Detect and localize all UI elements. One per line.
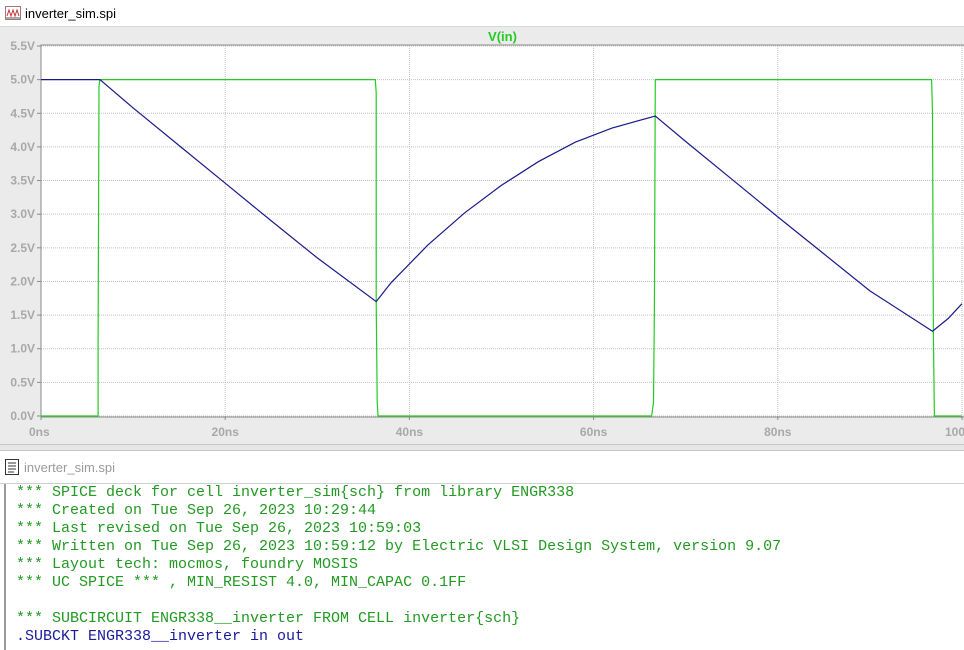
y-tick-label: 5.0V xyxy=(10,73,35,87)
y-tick-label: 2.0V xyxy=(10,274,35,288)
waveform-icon xyxy=(5,6,21,20)
y-tick-label: 4.0V xyxy=(10,140,35,154)
y-tick-label: 2.5V xyxy=(10,241,35,255)
x-tick-label: 60ns xyxy=(580,425,608,439)
plot-area xyxy=(41,45,964,417)
x-tick-label: 80ns xyxy=(764,425,792,439)
x-tick-label: 20ns xyxy=(212,425,240,439)
netlist-line: *** UC SPICE *** , MIN_RESIST 4.0, MIN_C… xyxy=(16,574,467,591)
plot-window-title: inverter_sim.spi xyxy=(25,5,117,21)
y-tick-label: 0.0V xyxy=(10,409,35,423)
pane-splitter[interactable] xyxy=(0,444,964,451)
waveform-plot-pane[interactable]: 0.0V 0.5V 1.0V 1.5V 2.0V 2.5V 3.0V 3.5V 4.0V 4.5V… xyxy=(0,27,964,444)
y-tick-label: 4.5V xyxy=(10,106,35,120)
legend-vin-label[interactable]: V(in) xyxy=(488,29,517,44)
plot-window-titlebar[interactable]: inverter_sim.spi xyxy=(0,0,964,27)
document-icon xyxy=(5,459,19,475)
netlist-line: *** Created on Tue Sep 26, 2023 10:29:44 xyxy=(16,502,377,519)
netlist-line: *** SPICE deck for cell inverter_sim{sch… xyxy=(16,484,575,501)
x-tick-label: 100ns xyxy=(945,425,964,439)
netlist-line: *** Written on Tue Sep 26, 2023 10:59:12… xyxy=(16,538,782,555)
y-tick-label: 5.5V xyxy=(10,39,35,53)
y-tick-label: 0.5V xyxy=(10,375,35,389)
x-tick-label: 40ns xyxy=(396,425,424,439)
netlist-line: *** Layout tech: mocmos, foundry MOSIS xyxy=(16,556,359,573)
netlist-line: *** SUBCIRCUIT ENGR338__inverter FROM CE… xyxy=(16,610,521,627)
netlist-window-titlebar[interactable]: inverter_sim.spi xyxy=(0,451,964,484)
netlist-line: .SUBCKT ENGR338__inverter in out xyxy=(16,628,305,645)
y-tick-label: 1.0V xyxy=(10,342,35,356)
netlist-line: *** Last revised on Tue Sep 26, 2023 10:… xyxy=(16,520,422,537)
y-tick-label: 3.0V xyxy=(10,207,35,221)
netlist-window-title: inverter_sim.spi xyxy=(24,459,116,475)
netlist-text-area[interactable]: *** SPICE deck for cell inverter_sim{sch… xyxy=(4,484,964,650)
x-tick-label: 0ns xyxy=(29,425,50,439)
netlist-line xyxy=(16,592,964,610)
waveform-plot[interactable]: 0.0V 0.5V 1.0V 1.5V 2.0V 2.5V 3.0V 3.5V 4.0V 4.5V… xyxy=(0,27,964,444)
y-tick-label: 3.5V xyxy=(10,174,35,188)
y-tick-label: 1.5V xyxy=(10,308,35,322)
